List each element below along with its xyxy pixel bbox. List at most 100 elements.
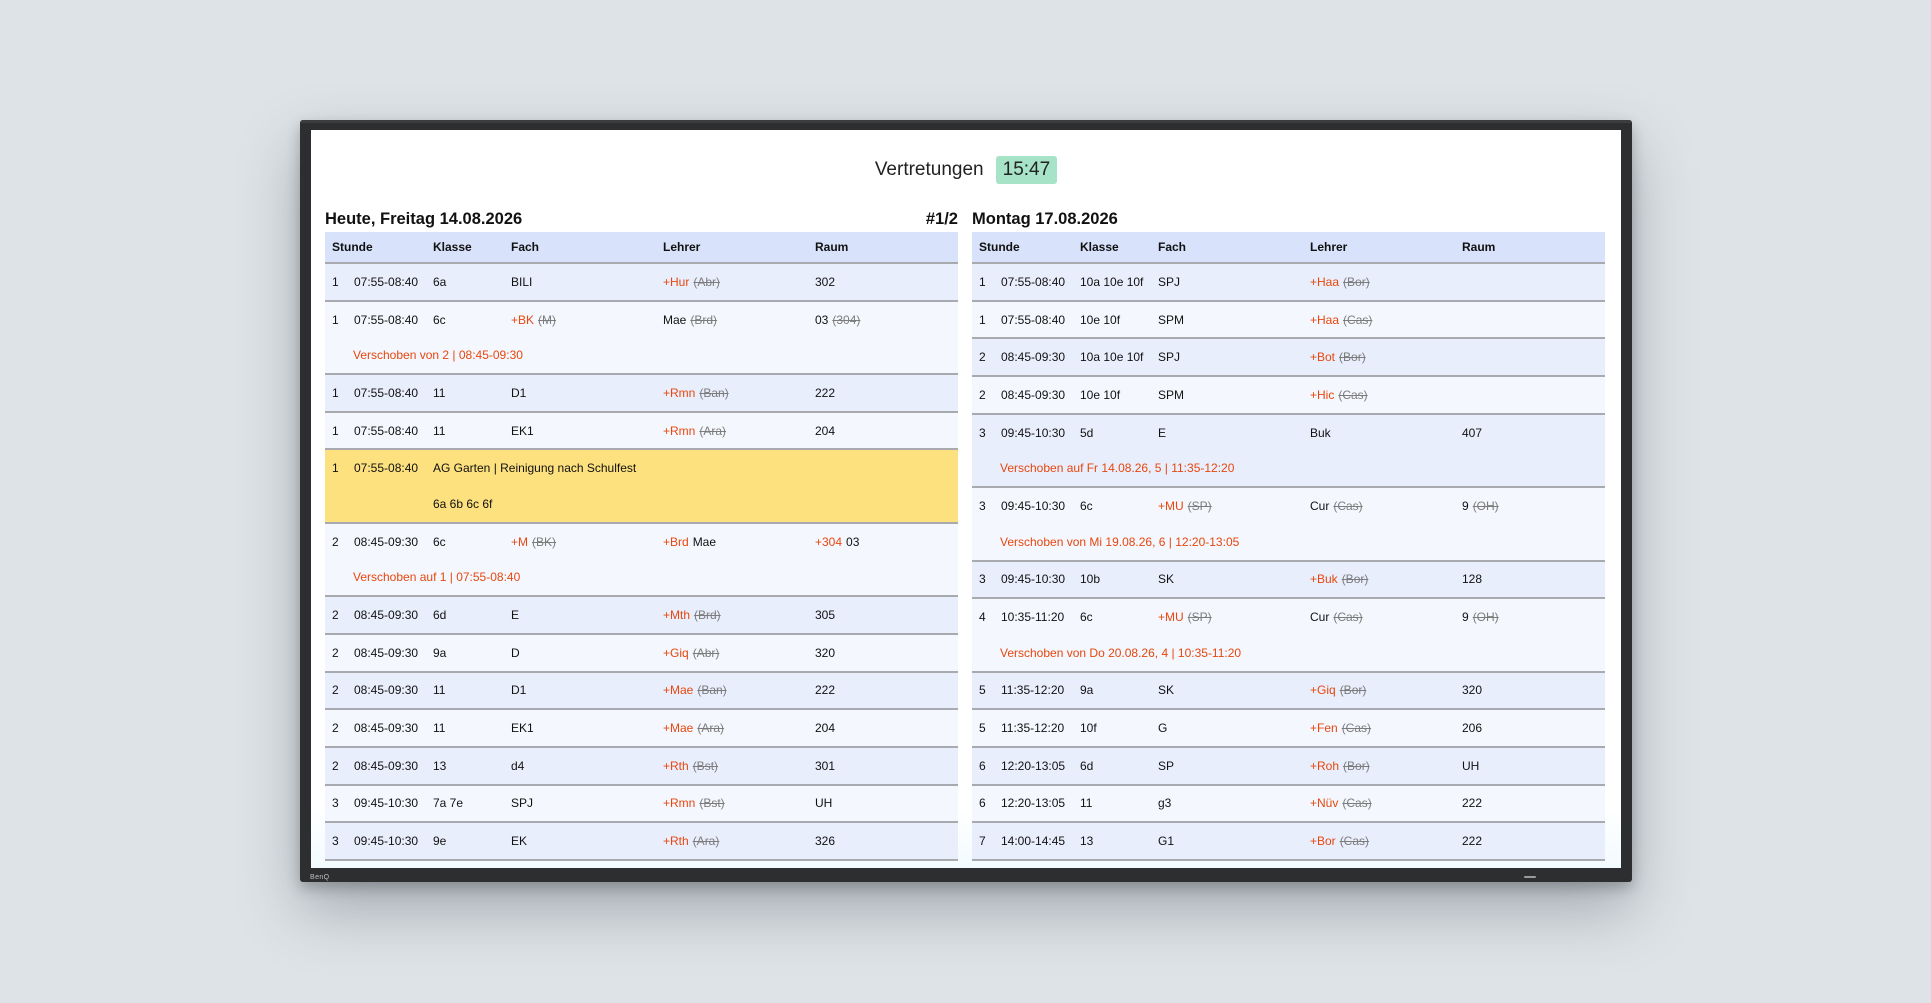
class-value: 9e [433,834,447,849]
period-time: 12:20-13:05 [1001,796,1066,811]
cell-raum: 128 [1462,572,1605,586]
cell-zeit: 09:45-10:30 [1001,426,1080,440]
teacher-old: (Bor) [1341,572,1369,587]
period-time: 08:45-09:30 [354,758,419,773]
room-value: 222 [1462,796,1483,811]
subject-value: G [1158,721,1168,736]
class-value: 11 [433,683,446,698]
cell-klasse: 9e [433,834,511,848]
class-value: 13 [1080,834,1094,849]
col-lehrer: Lehrer [1310,240,1348,254]
teacher-new: +Bor [1310,834,1336,849]
table-row: 6 12:20-13:05 6d SP +Roh (Bor) UH [972,747,1605,786]
period-number: 3 [979,572,986,587]
clock-badge: 15:47 [995,156,1058,184]
cell-raum: UH [1462,759,1605,773]
cell-zeit: 08:45-09:30 [354,721,433,735]
subject-value: BILI [511,274,533,289]
cell-klasse: 11 [1080,796,1158,810]
table-row: 1 07:55-08:40 6a BILI +Hur (Abr) 302 [325,264,958,302]
class-value: 9a [433,645,447,660]
cell-lehrer: +Rth (Ara) [663,834,815,848]
cell-raum: 326 [815,834,958,848]
table-row: 4 10:35-11:20 6c +MU (SP) Cur (Cas) 9 (OH) Versch… [972,599,1605,673]
period-time: 08:45-09:30 [354,683,419,698]
cell-fach: +MU (SP) [1158,499,1310,513]
cell-klasse: 9a [1080,683,1158,697]
room-value: UH [815,796,833,811]
cell-lehrer: +Roh (Bor) [1310,759,1462,773]
cell-zeit: 07:55-08:40 [354,461,433,475]
cell-zeit: 08:45-09:30 [354,646,433,660]
class-value: 11 [433,423,446,438]
period-number: 2 [979,350,986,365]
table-row: 3 09:45-10:30 7a 7e SPJ +Rmn (Bst) UH [325,785,958,824]
period-time: 09:45-10:30 [354,796,419,811]
period-time: 14:00-14:45 [1001,834,1066,849]
shift-note: Verschoben auf Fr 14.08.26, 5 | 11:35-12… [972,450,1605,486]
monday-column: Montag 17.08.2026 Stunde Klasse Fach Leh… [972,210,1605,861]
cell-stunde: 1 [972,313,1001,327]
teacher-old: (Cas) [1343,312,1373,327]
cell-fach: D [511,646,663,660]
cell-raum: 302 [815,275,958,289]
cell-lehrer: +Nüv (Cas) [1310,796,1462,810]
event-classes: 6a 6b 6c 6f [433,496,493,511]
cell-raum: 9 (OH) [1462,610,1605,624]
cell-stunde: 6 [972,759,1001,773]
cell-stunde: 1 [325,461,354,475]
period-time: 07:55-08:40 [354,274,419,289]
cell-raum: 206 [1462,721,1605,735]
cell-lehrer: +Rth (Bst) [663,759,815,773]
cell-klasse: 10e 10f [1080,388,1158,402]
cell-zeit: 12:20-13:05 [1001,759,1080,773]
cell-lehrer: +Fen (Cas) [1310,721,1462,735]
cell-fach: SPJ [1158,275,1310,289]
col-fach: Fach [1158,240,1187,254]
class-value: 6d [1080,758,1094,773]
class-value: 10a 10e 10f [1080,350,1144,365]
cell-lehrer: Cur (Cas) [1310,499,1462,513]
period-time: 08:45-09:30 [354,645,419,660]
teacher-value: Mae [692,534,717,549]
cell-zeit: 09:45-10:30 [354,796,433,810]
teacher-old: (Cas) [1333,498,1363,513]
teacher-new: +Mth [663,608,691,623]
teacher-old: (Bor) [1339,350,1366,365]
cell-lehrer: +Mae (Ara) [663,721,815,735]
monday-table-body: 1 07:55-08:40 10a 10e 10f SPJ +Haa (Bor) 1 07:5… [972,264,1605,861]
class-value: 10f [1080,721,1097,736]
cell-stunde: 3 [972,572,1001,586]
class-value: 11 [433,385,446,400]
subject-value: SPM [1158,312,1185,327]
room-value: 222 [815,385,836,400]
teacher-old: (Bor) [1339,683,1367,698]
cell-klasse: 6d [1080,759,1158,773]
col-klasse: Klasse [1080,240,1119,254]
cell-raum: 204 [815,721,958,735]
cell-lehrer: Mae (Brd) [663,313,815,327]
cell-zeit: 14:00-14:45 [1001,834,1080,848]
cell-klasse: 6c [433,313,511,327]
cell-zeit: 11:35-12:20 [1001,683,1080,697]
teacher-value: Mae [663,312,687,327]
teacher-new: +Fen [1310,721,1338,736]
period-time: 08:45-09:30 [354,721,419,736]
class-value: 6c [433,312,446,327]
class-value: 5d [1080,425,1094,440]
cell-lehrer: +Giq (Bor) [1310,683,1462,697]
cell-fach: EK1 [511,721,663,735]
cell-lehrer: +Mth (Brd) [663,608,815,622]
teacher-old: (Abr) [693,274,721,289]
shift-note-text: Verschoben von Mi 19.08.26, 6 | 12:20-13… [1000,534,1240,549]
period-number: 2 [332,645,339,660]
cell-klasse: 10f [1080,721,1158,735]
cell-klasse: 9a [433,646,511,660]
room-value: 9 [1462,498,1469,513]
subject-value: SK [1158,683,1175,698]
room-value: 222 [815,683,836,698]
cell-stunde: 3 [972,499,1001,513]
cell-raum: 222 [815,683,958,697]
teacher-old: (Cas) [1339,834,1370,849]
period-number: 6 [979,796,986,811]
